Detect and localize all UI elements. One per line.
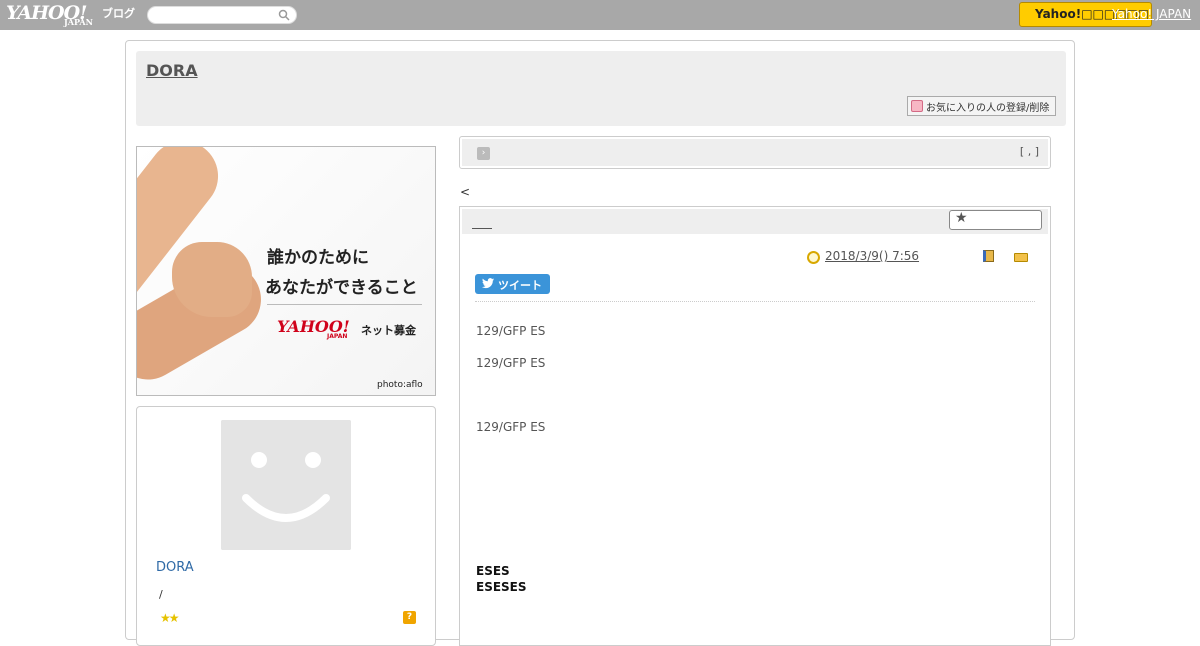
logo-japan-text: JAPAN xyxy=(64,17,93,27)
banner-headline-1: 誰かのために xyxy=(267,248,369,268)
nav-bracket-text: [ , ] xyxy=(1019,145,1039,158)
search-icon[interactable] xyxy=(278,9,290,21)
favorite-register-button[interactable]: お気に入りの人の登録/削除 xyxy=(907,96,1056,116)
profile-name[interactable]: DORA xyxy=(156,560,194,575)
banner-japan-logo: JAPAN xyxy=(327,333,348,340)
article-date: 2018/3/9() 7:56 xyxy=(825,249,920,263)
tweet-button[interactable]: ツイート xyxy=(475,274,550,294)
article-bold-line: ESESES xyxy=(476,580,527,594)
favorite-register-label: お気に入りの人の登録/削除 xyxy=(926,103,1050,114)
back-link[interactable]: < xyxy=(460,185,514,199)
yahoo-japan-link[interactable]: Yahoo! JAPAN xyxy=(1112,7,1191,21)
like-button[interactable]: ★ xyxy=(949,210,1042,230)
star-rating-icon: ★★ xyxy=(160,611,179,625)
blog-header: DORA お気に入りの人の登録/削除 xyxy=(136,51,1066,126)
article-bold-line: ESES xyxy=(476,564,510,578)
folder-icon[interactable] xyxy=(1014,253,1028,262)
book-icon[interactable] xyxy=(983,250,994,262)
article-nav-bar: › [ , ] xyxy=(462,139,1048,166)
article-entry: ★ 2018/3/9() 7:56 ツイート 129/GFP ES 129/GF… xyxy=(459,206,1051,646)
back-link-arrow: < xyxy=(460,185,471,199)
twitter-bird-icon xyxy=(482,278,494,289)
chevron-right-icon[interactable]: › xyxy=(477,147,490,160)
yahoo-blog-logo[interactable]: YAHOO! JAPAN ブログ xyxy=(6,2,146,28)
charity-banner-ad[interactable]: 誰かのために あなたができること YAHOO! JAPAN ネット募金 phot… xyxy=(136,146,436,396)
avatar[interactable] xyxy=(221,420,351,550)
article-date-link[interactable]: 2018/3/9() 7:56 xyxy=(825,249,939,263)
article-meta: 2018/3/9() 7:56 xyxy=(807,249,939,264)
divider xyxy=(475,301,1035,302)
banner-headline-2: あなたができること xyxy=(265,278,418,298)
blog-page: DORA お気に入りの人の登録/削除 誰かのために あなたができること YAHO… xyxy=(125,40,1075,646)
clock-icon xyxy=(807,251,820,264)
star-icon: ★ xyxy=(955,210,968,226)
banner-divider xyxy=(267,304,422,305)
article-paragraph: 129/GFP ES xyxy=(476,324,546,338)
heart-icon xyxy=(911,100,923,112)
article-header: ★ xyxy=(462,209,1048,234)
article-paragraph: 129/GFP ES xyxy=(476,356,546,370)
banner-photo-credit: photo:aflo xyxy=(377,380,423,390)
banner-service-name: ネット募金 xyxy=(361,324,416,337)
top-bar: YAHOO! JAPAN ブログ Yahoo!□□□□□□ Yahoo! JAP… xyxy=(0,0,1200,30)
article-paragraph: 129/GFP ES xyxy=(476,420,546,434)
article-title[interactable] xyxy=(472,213,492,229)
tweet-label: ツイート xyxy=(498,279,542,292)
profile-subtext: / xyxy=(159,588,163,601)
search-input[interactable] xyxy=(147,6,297,24)
help-icon[interactable]: ? xyxy=(403,611,416,624)
logo-service-text: ブログ xyxy=(102,7,135,20)
blog-title[interactable]: DORA xyxy=(146,61,198,80)
banner-hand-image xyxy=(172,242,252,317)
profile-box: DORA / ★★ ? xyxy=(136,406,436,646)
article-nav-box: › [ , ] xyxy=(459,136,1051,169)
